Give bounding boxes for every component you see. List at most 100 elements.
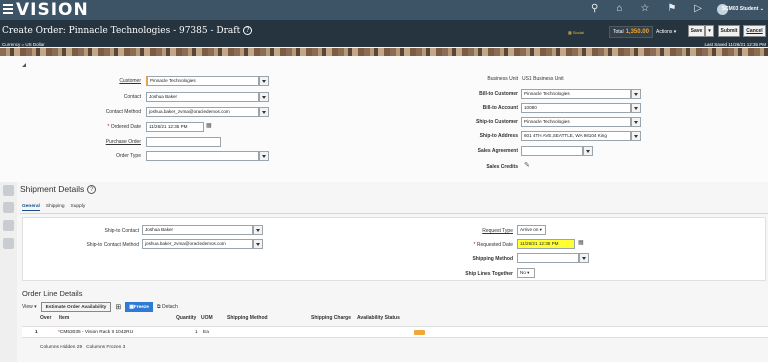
requested-date-calendar-icon[interactable]: ▦ bbox=[578, 239, 584, 246]
shipping-method-dropdown-icon[interactable] bbox=[579, 253, 589, 263]
cancel-button[interactable]: Cancel bbox=[743, 25, 766, 37]
bill-to-customer-dropdown-icon[interactable] bbox=[631, 89, 641, 99]
ship-to-contact-label: Ship-to Contact bbox=[104, 228, 139, 234]
actions-menu[interactable]: Actions ▾ bbox=[656, 29, 676, 35]
request-type-label[interactable]: Request Type bbox=[482, 228, 513, 234]
order-type-dropdown-icon[interactable] bbox=[259, 151, 269, 161]
contact-label: Contact bbox=[123, 94, 141, 100]
request-type-value: Arrive on bbox=[520, 227, 539, 232]
quantity-cell[interactable]: 1 bbox=[195, 330, 198, 335]
ship-to-contact-field[interactable]: Joshua Baker bbox=[142, 225, 253, 235]
bill-to-account-field[interactable]: 10080 bbox=[521, 103, 631, 113]
top-brand-bar: VISION ⚲ ⌂ ☆ ⚑ ▷ SCM03 Student ⌄ bbox=[0, 0, 768, 20]
ship-to-customer-field[interactable]: Pinnacle Technologies bbox=[521, 117, 631, 127]
contact-method-field[interactable]: joshua.baker_zvma@oracledemos.com bbox=[146, 107, 259, 117]
submit-button[interactable]: Submit bbox=[718, 25, 740, 37]
ship-to-address-dropdown-icon[interactable] bbox=[631, 131, 641, 141]
search-icon[interactable]: ⚲ bbox=[591, 4, 598, 14]
user-menu[interactable]: SCM03 Student ⌄ bbox=[722, 6, 764, 12]
ship-to-address-field[interactable]: 601 4TH AVE,SEATTLE, WA 98104 King bbox=[521, 131, 631, 141]
column-header-quantity[interactable]: Quantity bbox=[176, 315, 196, 325]
requested-date-field[interactable]: 11/26/21 12:35 PM bbox=[517, 239, 575, 249]
decorative-banner bbox=[0, 48, 768, 56]
availability-status-icon[interactable] bbox=[414, 330, 425, 335]
customer-field[interactable]: Pinnacle Technologies bbox=[146, 76, 259, 86]
ordered-date-field[interactable]: 11/26/21 12:35 PM bbox=[146, 122, 204, 132]
column-header-shipping-charge[interactable]: Shipping Charge bbox=[311, 315, 351, 325]
ship-to-contact-method-label: Ship-to Contact Method bbox=[86, 242, 139, 248]
customer-dropdown-icon[interactable] bbox=[259, 76, 269, 86]
detach-label: Detach bbox=[161, 304, 178, 310]
menu-icon[interactable] bbox=[3, 4, 13, 14]
view-menu[interactable]: View ▾ bbox=[22, 304, 37, 310]
request-type-select[interactable]: Arrive on ▾ bbox=[517, 225, 546, 235]
column-header-uom[interactable]: UOM bbox=[201, 315, 213, 325]
order-total[interactable]: Total 1,350.00 bbox=[609, 26, 653, 38]
requested-date-label: * Requested Date bbox=[474, 242, 513, 248]
column-header-shipping-method[interactable]: Shipping Method bbox=[227, 315, 268, 325]
shipping-method-field[interactable] bbox=[517, 253, 579, 263]
save-button[interactable]: Save bbox=[688, 25, 705, 37]
bill-to-customer-field[interactable]: Pinnacle Technologies bbox=[521, 89, 631, 99]
truck-icon[interactable] bbox=[3, 202, 14, 213]
cart-icon[interactable] bbox=[3, 185, 14, 196]
detach-button[interactable]: ⧉ Detach bbox=[157, 304, 178, 310]
ship-to-contact-dropdown-icon[interactable] bbox=[253, 225, 263, 235]
page-title-bar: Create Order: Pinnacle Technologies - 97… bbox=[0, 20, 768, 47]
favorites-icon[interactable]: ☆ bbox=[640, 4, 649, 14]
purchase-order-field[interactable] bbox=[146, 137, 221, 147]
ship-to-customer-label: Ship-to Customer bbox=[476, 119, 518, 125]
bill-to-account-dropdown-icon[interactable] bbox=[631, 103, 641, 113]
contact-method-dropdown-icon[interactable] bbox=[259, 107, 269, 117]
sales-agreement-dropdown-icon[interactable] bbox=[583, 146, 593, 156]
tag-icon[interactable] bbox=[3, 220, 14, 231]
contact-field[interactable]: Joshua Baker bbox=[146, 92, 259, 102]
sales-agreement-label: Sales Agreement bbox=[477, 148, 518, 154]
view-label: View bbox=[22, 304, 33, 310]
business-unit-value: US1 Business Unit bbox=[522, 76, 564, 82]
shipment-general-panel bbox=[22, 217, 766, 281]
customer-label[interactable]: Customer bbox=[119, 78, 141, 84]
ship-to-contact-method-field[interactable]: joshua.baker_zvma@oracledemos.com bbox=[142, 239, 253, 249]
collapse-icon[interactable] bbox=[22, 63, 26, 67]
contact-dropdown-icon[interactable] bbox=[259, 92, 269, 102]
requested-date-label-text: Requested Date bbox=[476, 242, 513, 248]
tab-general[interactable]: General bbox=[22, 204, 40, 211]
tab-shipping[interactable]: Shipping bbox=[46, 204, 65, 211]
currency-info: Currency = US Dollar bbox=[2, 42, 45, 47]
flag-icon[interactable]: ⚑ bbox=[667, 4, 676, 14]
tab-divider bbox=[20, 213, 768, 214]
sales-agreement-field[interactable] bbox=[521, 146, 583, 156]
estimate-availability-button[interactable]: Estimate Order Availability bbox=[40, 302, 112, 312]
column-header-availability-status[interactable]: Availability Status bbox=[357, 315, 400, 325]
shipment-help-icon[interactable]: ? bbox=[87, 185, 97, 194]
columns-frozen: Columns Frozen 3 bbox=[86, 345, 126, 350]
document-icon[interactable] bbox=[3, 238, 14, 249]
purchase-order-label[interactable]: Purchase Order bbox=[106, 139, 141, 145]
order-type-field[interactable] bbox=[146, 151, 259, 161]
bill-to-account-label: Bill-to Account bbox=[482, 105, 518, 111]
export-icon[interactable]: ⊞ bbox=[115, 303, 121, 311]
help-icon[interactable]: ? bbox=[243, 26, 253, 35]
column-header-item[interactable]: Item bbox=[59, 315, 69, 325]
calendar-icon[interactable]: ▦ bbox=[206, 122, 212, 129]
order-type-label: Order Type bbox=[116, 153, 141, 159]
order-line-details-title: Order Line Details bbox=[22, 289, 83, 298]
ship-to-customer-dropdown-icon[interactable] bbox=[631, 117, 641, 127]
uom-cell[interactable]: Ea bbox=[203, 330, 209, 335]
notifications-icon[interactable]: ▷ bbox=[694, 4, 702, 14]
edit-pencil-icon[interactable]: ✎ bbox=[524, 161, 530, 169]
app-logo[interactable]: VISION bbox=[16, 0, 89, 20]
item-cell[interactable]: *CM53035 - Vision Rack II 1042RU bbox=[58, 330, 133, 335]
save-dropdown-button[interactable]: ▾ bbox=[705, 25, 714, 37]
shipping-method-label: Shipping Method bbox=[472, 256, 513, 262]
freeze-button[interactable]: ▦ Freeze bbox=[125, 302, 153, 312]
table-row[interactable]: 1 *CM53035 - Vision Rack II 1042RU 1 Ea bbox=[22, 326, 768, 338]
social-link[interactable]: ▦ Social bbox=[568, 30, 584, 35]
ship-to-contact-method-dropdown-icon[interactable] bbox=[253, 239, 263, 249]
shipment-title-text: Shipment Details bbox=[20, 184, 85, 194]
tab-supply[interactable]: Supply bbox=[71, 204, 86, 211]
ship-lines-together-select[interactable]: No ▾ bbox=[517, 268, 535, 278]
home-icon[interactable]: ⌂ bbox=[616, 4, 622, 14]
column-header-over[interactable]: Over bbox=[40, 315, 51, 325]
